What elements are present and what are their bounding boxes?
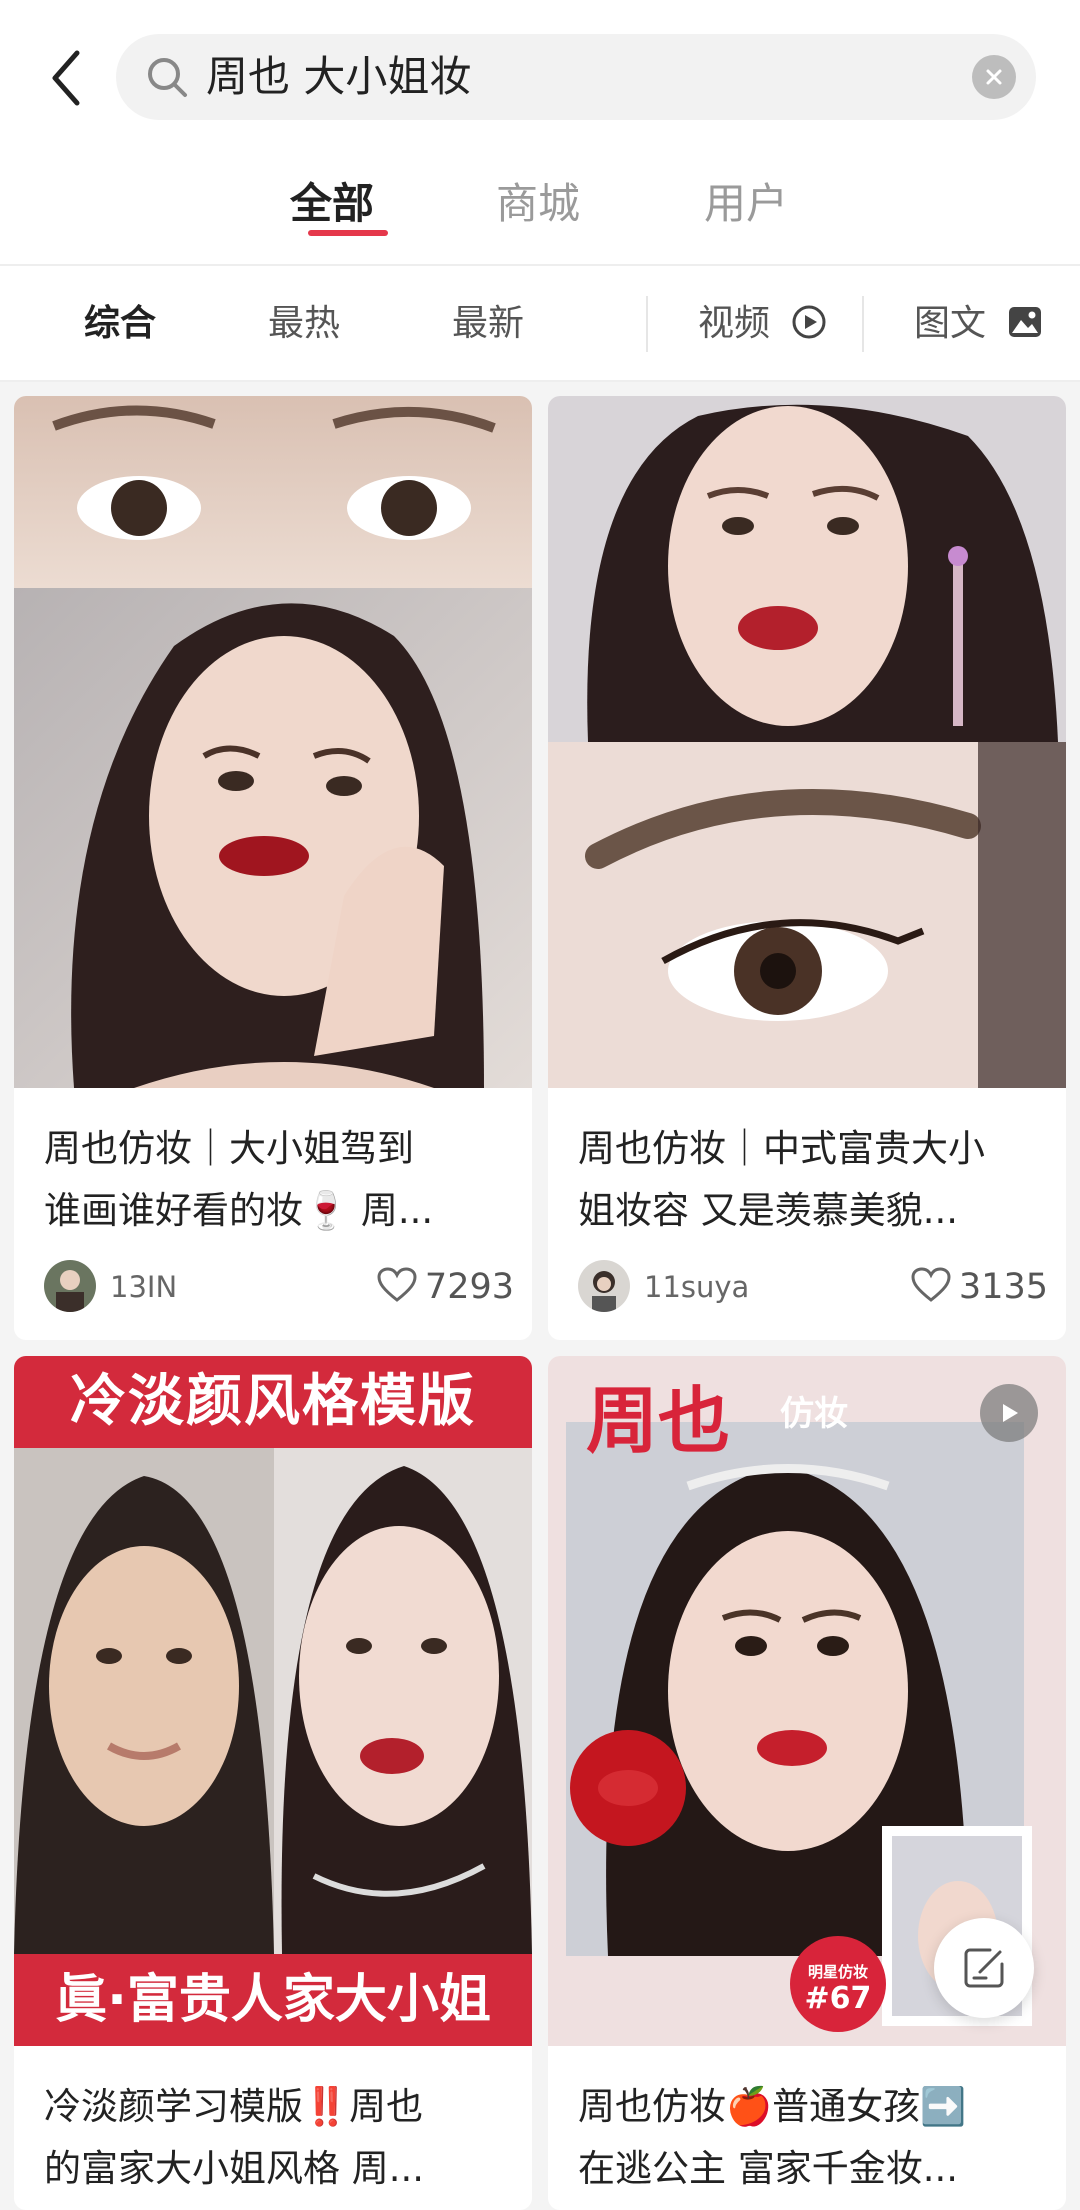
author-name[interactable]: 11suya (644, 1260, 749, 1314)
header: 周也 大小姐妆 全部 商城 用户 (0, 0, 1080, 266)
filter-comprehensive[interactable]: 综合 (84, 266, 156, 382)
chevron-left-icon (52, 50, 80, 106)
tab-all-label: 全部 (289, 179, 374, 228)
back-button[interactable] (36, 42, 96, 114)
note-card[interactable]: 周也 仿妆 明星仿妆 #67 周也仿妆🍎普通女孩➡️ 在逃公主 富家千金妆... (548, 1356, 1066, 2210)
note-cover-image (14, 1356, 532, 2046)
heart-icon (377, 1267, 417, 1302)
cover-banner-top: 冷淡颜风格模版 (70, 1369, 476, 1434)
search-icon (148, 58, 187, 97)
like-count: 3135 (958, 1267, 1048, 1307)
note-title: 冷淡颜学习模版‼️周也 的富家大小姐风格 周... (44, 2085, 425, 2190)
like-count: 7293 (424, 1267, 514, 1307)
note-meta: 11suya 3135 (578, 1260, 1048, 1314)
note-title: 周也仿妆🍎普通女孩➡️ 在逃公主 富家千金妆... (578, 2085, 967, 2190)
filter-video[interactable]: 视频 (698, 266, 827, 382)
tab-mall-label: 商城 (495, 179, 580, 228)
note-card[interactable]: 周也仿妆｜大小姐驾到 谁画谁好看的妆🍷 周... 13IN 7293 (14, 396, 532, 1340)
filter-image-text[interactable]: 图文 (914, 266, 1043, 382)
tab-all[interactable]: 全部 (272, 170, 392, 240)
author-name[interactable]: 13IN (110, 1260, 177, 1314)
cover-overlay-subtitle: 仿妆 (780, 1394, 848, 1434)
like-button[interactable]: 7293 (377, 1260, 514, 1314)
cover-badge-number: #67 (804, 1981, 872, 2016)
compose-button[interactable] (934, 1918, 1034, 2018)
tab-users-label: 用户 (703, 179, 788, 228)
edit-note-icon (964, 1948, 1004, 1988)
filter-bar: 综合 最热 最新 视频 图文 (0, 266, 1080, 382)
tab-mall[interactable]: 商城 (478, 170, 598, 240)
avatar[interactable] (44, 1260, 96, 1312)
search-input[interactable]: 周也 大小姐妆 (206, 34, 471, 120)
note-cover-image (548, 396, 1066, 1088)
filter-separator (646, 296, 648, 352)
cover-badge-label: 明星仿妆 (807, 1963, 868, 1981)
cover-banner-bottom: 眞·富贵人家大小姐 (55, 1970, 491, 2030)
filter-separator (862, 296, 864, 352)
filter-image-label: 图文 (914, 303, 987, 344)
note-meta: 13IN 7293 (44, 1260, 514, 1314)
note-card[interactable]: 冷淡颜风格模版 眞·富贵人家大小姐 冷淡颜学习模版‼️周也 的富家大小姐风格 周… (14, 1356, 532, 2210)
filter-video-label: 视频 (698, 303, 771, 344)
play-circle-icon (792, 305, 826, 339)
active-tab-underline (308, 230, 388, 236)
search-results-screen: 周也 大小姐妆 全部 商城 用户 综合 最热 最新 视频 图文 周也仿妆｜大小姐… (0, 0, 1080, 2210)
avatar[interactable] (578, 1260, 630, 1312)
search-bar[interactable]: 周也 大小姐妆 (116, 34, 1036, 120)
like-button[interactable]: 3135 (911, 1260, 1048, 1314)
note-cover-image (14, 396, 532, 1088)
filter-hottest[interactable]: 最热 (268, 266, 340, 382)
result-tabs: 全部 商城 用户 (0, 170, 1080, 250)
tab-users[interactable]: 用户 (686, 170, 806, 240)
note-title: 周也仿妆｜中式富贵大小 姐妆容 又是羡慕美貌... (578, 1127, 985, 1232)
note-card[interactable]: 周也仿妆｜中式富贵大小 姐妆容 又是羡慕美貌... 11suya 3135 (548, 396, 1066, 1340)
video-play-indicator (980, 1384, 1038, 1442)
close-icon (986, 69, 1002, 85)
play-icon (1003, 1404, 1018, 1422)
heart-icon (911, 1267, 951, 1302)
cover-overlay-title: 周也 (586, 1378, 731, 1463)
note-title: 周也仿妆｜大小姐驾到 谁画谁好看的妆🍷 周... (44, 1127, 434, 1232)
clear-search-button[interactable] (972, 55, 1016, 99)
filter-newest[interactable]: 最新 (452, 266, 524, 382)
image-icon (1009, 307, 1042, 337)
